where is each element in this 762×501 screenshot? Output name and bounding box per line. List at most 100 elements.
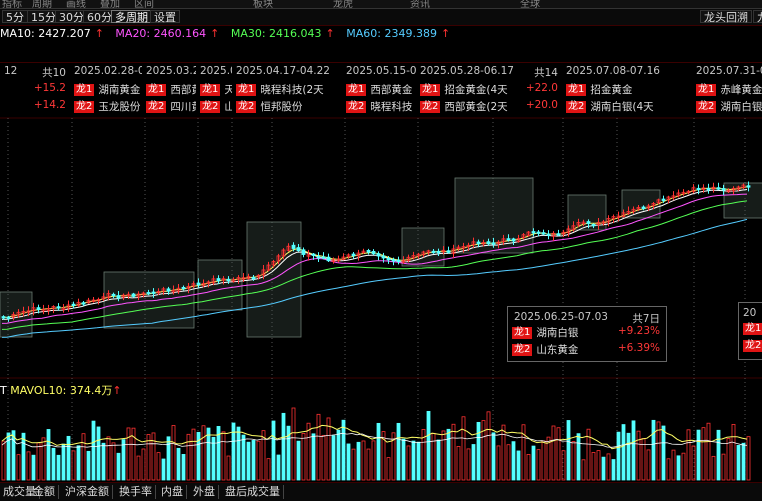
stock-name[interactable]: 招金黄金 <box>590 84 632 96</box>
candle-body <box>181 286 186 290</box>
float-panel-date: 20 <box>743 307 757 319</box>
dragon-badge: 龙1 <box>146 83 167 96</box>
candle-body <box>81 302 86 305</box>
candle-body <box>131 293 136 297</box>
stock-name[interactable]: 山东黄金 <box>536 344 578 356</box>
tab-after-hours-volume[interactable]: 盘后成交量 <box>222 485 284 499</box>
volume-bar <box>301 433 306 481</box>
stock-name[interactable]: 湖南白银(4天 <box>590 101 653 113</box>
candle-body <box>151 291 156 294</box>
dragon-badge: 龙2 <box>512 343 533 356</box>
volume-bar <box>431 432 436 481</box>
stock-name[interactable]: 西部黄金 <box>370 84 412 96</box>
candle-body <box>541 232 546 235</box>
dragon-badge: 龙2 <box>146 100 167 113</box>
tab-turnover[interactable]: 换手率 <box>116 485 156 499</box>
volume-bar <box>626 432 631 481</box>
volume-bar <box>121 439 126 481</box>
stock-name[interactable]: 玉龙股份 <box>98 101 140 113</box>
stock-name[interactable]: 招金黄金(4天 <box>444 84 507 96</box>
volume-bar <box>56 454 61 481</box>
candle-body <box>371 250 376 255</box>
float-dragon-panel-partial[interactable]: 20 龙1 龙2 <box>738 302 762 360</box>
dragon-badge: 龙1 <box>420 83 441 96</box>
candle-body <box>396 259 401 263</box>
volume-bar <box>416 441 421 481</box>
candle-body <box>316 256 321 259</box>
candle-body <box>641 206 646 210</box>
candle-body <box>586 221 591 224</box>
dragon-panel[interactable]: 2025.05.15-05 龙1 西部黄金 龙2 晓程科技 <box>342 62 417 117</box>
volume-bar <box>436 439 441 481</box>
tab-outer[interactable]: 外盘 <box>190 485 219 499</box>
float-panel-count: 共7日 <box>632 313 660 325</box>
candle-body <box>116 295 121 299</box>
tab-inner[interactable]: 内盘 <box>158 485 187 499</box>
candle-body <box>166 288 171 292</box>
stock-name[interactable]: 四川黄 <box>170 101 196 113</box>
stock-name[interactable]: 西部黄金(2天 <box>444 101 507 113</box>
volume-bar <box>591 452 596 481</box>
dragon-panel[interactable]: 2025.07.08-07.16 龙1 招金黄金 龙2 湖南白银(4天 <box>562 62 693 117</box>
volume-bar <box>706 422 711 481</box>
stock-name[interactable]: 西部黄 <box>170 84 196 96</box>
tab-hs-amount[interactable]: 沪深金额 <box>62 485 113 499</box>
volume-bar <box>141 448 146 481</box>
volume-bar <box>621 424 626 481</box>
volume-bar <box>36 442 41 481</box>
dragon-badge: 龙2 <box>696 100 717 113</box>
volume-bar <box>736 445 741 481</box>
stock-name[interactable]: 湖南白银 <box>536 327 578 339</box>
dragon-panel[interactable]: 12 共10 +15.2 +14.2 <box>0 62 71 117</box>
candle-body <box>436 250 441 254</box>
volume-bar <box>171 425 176 481</box>
volume-bar <box>256 440 261 481</box>
volume-bar <box>426 410 431 481</box>
stock-pct: +6.39% <box>617 342 660 354</box>
stock-name[interactable]: 湖南黄金 <box>98 84 140 96</box>
candle-body <box>366 250 371 253</box>
panel-date: 2025.04.17-04.22 <box>236 65 330 77</box>
volume-bar <box>201 425 206 481</box>
stock-name[interactable]: 晓程科技 <box>370 101 412 113</box>
dragon-panel[interactable]: 2025.0龙1天龙2山 <box>196 62 233 117</box>
float-dragon-panel[interactable]: 2025.06.25-07.03 共7日 龙1 湖南白银 +9.23% 龙2 山东黄金 +… <box>507 306 667 362</box>
volume-bar <box>16 454 21 481</box>
period-highlight-box <box>103 271 195 329</box>
stock-name[interactable]: 湖南白银 <box>720 101 762 113</box>
candle-body <box>146 292 151 295</box>
volume-bar <box>596 450 601 481</box>
volume-bar <box>721 453 726 481</box>
dragon-panel[interactable]: 2025.04.17-04.22 龙1 晓程科技(2天 龙2 恒邦股份 <box>232 62 343 117</box>
dragon-panel[interactable]: 2025.05.28-06.17 共14 龙1 招金黄金(4天 +22.0 龙2 西部黄金(… <box>416 62 563 117</box>
stock-name[interactable]: 赤峰黄金 <box>720 84 762 96</box>
volume-bar <box>281 412 286 481</box>
dragon-badge: 龙1 <box>74 83 95 96</box>
volume-bar <box>746 436 751 481</box>
candle-body <box>486 241 491 245</box>
volume-bar <box>671 449 676 481</box>
dragon-panel[interactable]: 2025.07.31-08.11 龙1赤峰黄金龙2湖南白银 <box>692 62 762 117</box>
volume-bar <box>446 428 451 481</box>
candle-body <box>511 238 516 242</box>
candle-body <box>351 253 356 257</box>
dragon-badge: 龙1 <box>512 326 533 339</box>
tab-amount[interactable]: 金额 <box>30 485 59 499</box>
dragon-badge: 龙2 <box>420 100 441 113</box>
stock-name[interactable]: 晓程科技(2天 <box>260 84 323 96</box>
candle-body <box>696 187 701 191</box>
volume-bar <box>81 433 86 481</box>
volume-prefix: T <box>0 384 7 397</box>
panel-date: 2025.05.15-05 <box>346 65 417 77</box>
volume-bar <box>606 453 611 481</box>
dragon-panel[interactable]: 2025.02.28-03 龙1湖南黄金龙2玉龙股份 <box>70 62 143 117</box>
volume-bar <box>491 432 496 481</box>
volume-bar <box>351 448 356 481</box>
volume-bar <box>151 432 156 481</box>
dragon-panel[interactable]: 2025.03.24 龙1西部黄龙2四川黄 <box>142 62 197 117</box>
volume-bar <box>696 429 701 481</box>
volume-bar <box>511 441 516 481</box>
stock-name[interactable]: 恒邦股份 <box>260 101 302 113</box>
volume-bar <box>731 424 736 481</box>
period-highlight-box <box>0 291 33 338</box>
